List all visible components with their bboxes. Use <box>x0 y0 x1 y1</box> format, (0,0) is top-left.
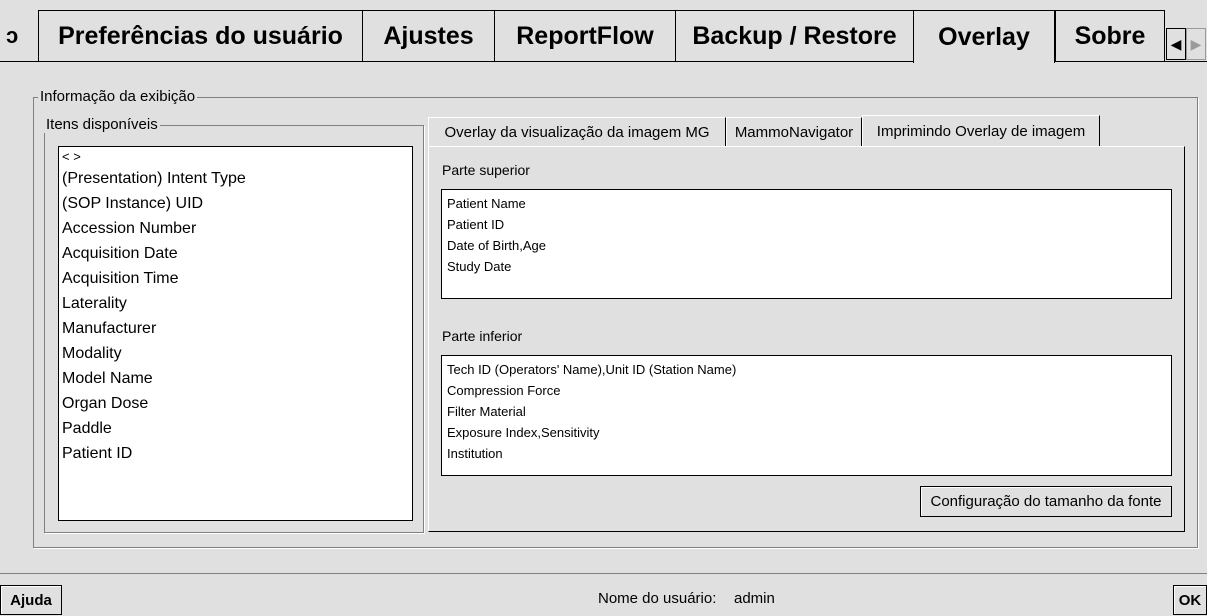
ok-button[interactable]: OK <box>1173 585 1207 615</box>
tab-user-preferences[interactable]: Preferências do usuário <box>38 10 362 61</box>
user-name-value: admin <box>734 590 775 607</box>
list-item[interactable]: (Presentation) Intent Type <box>59 166 412 191</box>
list-item[interactable]: Institution <box>442 443 1171 464</box>
list-item[interactable]: Accession Number <box>59 216 412 241</box>
list-item[interactable]: Patient Name <box>442 193 1171 214</box>
top-section-list[interactable]: Patient Name Patient ID Date of Birth,Ag… <box>441 189 1172 299</box>
list-item[interactable]: (SOP Instance) UID <box>59 191 412 216</box>
list-item[interactable]: Model Name <box>59 366 412 391</box>
tab-overlay[interactable]: Overlay <box>913 10 1055 63</box>
font-size-config-button[interactable]: Configuração do tamanho da fonte <box>920 486 1172 517</box>
tab-baseline <box>0 61 913 62</box>
list-item[interactable]: Compression Force <box>442 380 1171 401</box>
list-item[interactable]: Date of Birth,Age <box>442 235 1171 256</box>
list-item[interactable]: Exposure Index,Sensitivity <box>442 422 1171 443</box>
list-item[interactable]: Patient ID <box>442 214 1171 235</box>
scroll-left-icon[interactable]: ◀ <box>1166 28 1186 60</box>
list-item[interactable]: < > <box>59 148 412 166</box>
list-item[interactable]: Manufacturer <box>59 316 412 341</box>
list-item[interactable]: Study Date <box>442 256 1171 277</box>
list-item[interactable]: Acquisition Time <box>59 266 412 291</box>
help-button[interactable]: Ajuda <box>0 585 62 615</box>
tab-mammonavigator[interactable]: MammoNavigator <box>726 117 862 147</box>
display-info-title: Informação da exibição <box>38 88 198 105</box>
list-item[interactable]: Tech ID (Operators' Name),Unit ID (Stati… <box>442 359 1171 380</box>
list-item[interactable]: Paddle <box>59 416 412 441</box>
list-item[interactable]: Organ Dose <box>59 391 412 416</box>
available-items-title: Itens disponíveis <box>44 116 160 133</box>
tab-backup-restore[interactable]: Backup / Restore <box>675 10 913 61</box>
tab-printing-image-overlay[interactable]: Imprimindo Overlay de imagem <box>862 115 1100 147</box>
tab-mg-image-overlay[interactable]: Overlay da visualização da imagem MG <box>428 117 726 147</box>
user-name-label: Nome do usuário: <box>598 590 717 607</box>
bottom-section-list[interactable]: Tech ID (Operators' Name),Unit ID (Stati… <box>441 355 1172 476</box>
tab-settings[interactable]: Ajustes <box>362 10 494 61</box>
top-section-label: Parte superior <box>442 162 530 178</box>
main-tab-bar: ↄ Preferências do usuário Ajustes Report… <box>0 0 1207 63</box>
list-item[interactable]: Filter Material <box>442 401 1171 422</box>
tab-truncated[interactable]: ↄ <box>0 10 38 61</box>
tab-about[interactable]: Sobre <box>1055 10 1165 61</box>
list-item[interactable]: Modality <box>59 341 412 366</box>
tab-baseline <box>1055 61 1207 62</box>
tab-scroll-arrows: ◀ ▶ <box>1166 28 1207 60</box>
tab-reportflow[interactable]: ReportFlow <box>494 10 675 61</box>
bottom-section-label: Parte inferior <box>442 328 523 344</box>
footer-divider <box>0 573 1207 574</box>
scroll-right-icon[interactable]: ▶ <box>1186 28 1206 60</box>
list-item[interactable]: Laterality <box>59 291 412 316</box>
list-item[interactable]: Patient ID <box>59 441 412 466</box>
list-item[interactable]: Acquisition Date <box>59 241 412 266</box>
available-items-list[interactable]: < > (Presentation) Intent Type (SOP Inst… <box>58 146 413 521</box>
